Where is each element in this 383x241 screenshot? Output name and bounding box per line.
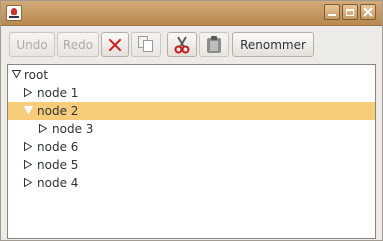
tree-label-node-4[interactable]: node 4 — [37, 175, 78, 191]
clipboard-icon — [207, 36, 221, 53]
copy-button[interactable] — [131, 32, 161, 57]
tree-row-node-2[interactable]: node 2 — [8, 102, 375, 120]
tree-row-root[interactable]: root — [8, 66, 375, 84]
minimize-button[interactable] — [324, 4, 340, 20]
tree-label-node-2[interactable]: node 2 — [37, 103, 78, 119]
java-app-icon[interactable] — [6, 5, 22, 21]
minimize-icon — [328, 14, 336, 16]
rename-button[interactable]: Renommer — [232, 32, 314, 57]
tree-row-node-5[interactable]: node 5 — [8, 156, 375, 174]
scissors-icon — [174, 36, 190, 53]
tree-row-node-3[interactable]: node 3 — [8, 120, 375, 138]
collapsed-triangle-icon[interactable] — [24, 88, 32, 97]
copy-icon — [138, 36, 154, 53]
expanded-triangle-icon[interactable] — [12, 70, 21, 79]
redo-button[interactable]: Redo — [57, 32, 99, 57]
expanded-triangle-icon[interactable] — [24, 106, 33, 115]
maximize-button[interactable] — [342, 4, 358, 20]
cut-button[interactable] — [167, 32, 197, 57]
delete-x-icon — [108, 38, 122, 52]
tree-label-node-5[interactable]: node 5 — [37, 157, 78, 173]
tree-label-node-3[interactable]: node 3 — [52, 121, 93, 137]
maximize-icon — [346, 8, 354, 16]
tree-row-node-6[interactable]: node 6 — [8, 138, 375, 156]
undo-button[interactable]: Undo — [9, 32, 55, 57]
tree-label-node-1[interactable]: node 1 — [37, 85, 78, 101]
delete-button[interactable] — [101, 32, 129, 57]
app-window: Undo Redo Renommer root node 1 node 2 no… — [0, 0, 383, 241]
tree-label-root[interactable]: root — [24, 67, 48, 83]
close-icon — [363, 7, 373, 17]
title-bar[interactable] — [1, 1, 382, 26]
toolbar: Undo Redo Renommer — [1, 26, 382, 64]
tree-row-node-4[interactable]: node 4 — [8, 174, 375, 192]
collapsed-triangle-icon[interactable] — [24, 178, 32, 187]
tree-row-node-1[interactable]: node 1 — [8, 84, 375, 102]
tree-view[interactable]: root node 1 node 2 node 3 node 6 node 5 … — [7, 64, 376, 239]
paste-button[interactable] — [199, 32, 229, 57]
collapsed-triangle-icon[interactable] — [24, 160, 32, 169]
tree-label-node-6[interactable]: node 6 — [37, 139, 78, 155]
collapsed-triangle-icon[interactable] — [24, 142, 32, 151]
close-button[interactable] — [360, 4, 376, 20]
collapsed-triangle-icon[interactable] — [39, 124, 47, 133]
